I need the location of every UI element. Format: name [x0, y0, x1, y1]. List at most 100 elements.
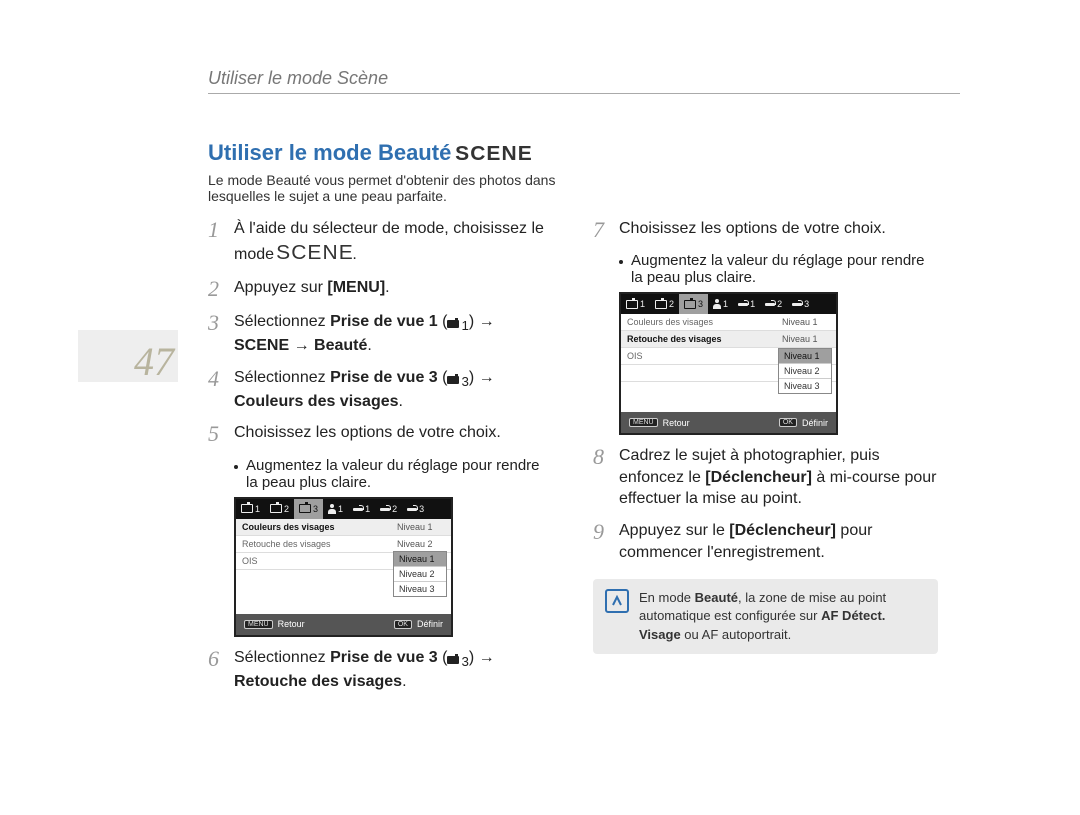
popup-option: Niveau 2 [779, 364, 831, 379]
step-body: Sélectionnez Prise de vue 1 (1) → SCENE … [234, 311, 553, 357]
bullet-dot-icon [234, 465, 238, 469]
step-8: 8 Cadrez le sujet à photographier, puis … [593, 445, 938, 510]
step-3: 3 Sélectionnez Prise de vue 1 (1) → SCEN… [208, 311, 553, 357]
camera-tab: 2 [760, 294, 787, 314]
step-body: Appuyez sur [MENU]. [234, 277, 390, 301]
camera-tab: 3 [402, 499, 429, 519]
step-number: 4 [208, 367, 224, 413]
camera-tab-selected: 3 [294, 499, 323, 519]
step-body: Choisissez les options de votre choix. [619, 218, 886, 242]
step-number: 7 [593, 218, 609, 242]
camera-menu-screenshot-a: 1 2 3 1 1 2 3 Couleurs des visagesNiveau… [234, 497, 453, 637]
camera-menu-screenshot-b: 1 2 3 1 1 2 3 Couleurs des visagesNiveau… [619, 292, 838, 435]
camera-tab: 1 [621, 294, 650, 314]
step-number: 8 [593, 445, 609, 510]
step-body: Appuyez sur le [Déclencheur] pour commen… [619, 520, 938, 563]
step-body: Sélectionnez Prise de vue 3 (3) → Couleu… [234, 367, 553, 413]
scene-mode-label: SCENE [456, 143, 534, 166]
camera-tab: 3 [787, 294, 814, 314]
camera-tab: 1 [733, 294, 760, 314]
step-9: 9 Appuyez sur le [Déclencheur] pour comm… [593, 520, 938, 563]
camera-tab: 1 [323, 499, 348, 519]
popup-option: Niveau 3 [394, 582, 446, 596]
step-number: 3 [208, 311, 224, 357]
step-5: 5 Choisissez les options de votre choix. [208, 422, 553, 446]
camera-icon [626, 300, 638, 309]
step-1: 1 À l'aide du sélecteur de mode, choisis… [208, 218, 553, 267]
shutter-key-label: [Déclencheur] [729, 522, 836, 539]
camera-tab: 1 [236, 499, 265, 519]
camera-icon [447, 369, 461, 391]
note-text: En mode Beauté, la zone de mise au point… [639, 589, 926, 644]
camera-footer: MENURetour OKDéfinir [621, 412, 836, 433]
camera-tab: 1 [348, 499, 375, 519]
wrench-icon [792, 299, 802, 309]
popup-option: Niveau 1 [394, 552, 446, 567]
step-number: 1 [208, 218, 224, 267]
bullet-dot-icon [619, 260, 623, 264]
popup-option: Niveau 2 [394, 567, 446, 582]
left-column: 1 À l'aide du sélecteur de mode, choisis… [208, 218, 553, 702]
camera-tab: 2 [650, 294, 679, 314]
camera-tab: 1 [708, 294, 733, 314]
camera-tab: 2 [265, 499, 294, 519]
camera-icon [241, 504, 253, 513]
camera-icon [270, 504, 282, 513]
camera-icon [684, 300, 696, 309]
camera-menu-body: Couleurs des visagesNiveau 1 Retouche de… [621, 314, 836, 412]
camera-menu-row: Retouche des visagesNiveau 1 [621, 331, 836, 348]
scene-mode-label: SCENE [277, 240, 355, 267]
note-box: En mode Beauté, la zone de mise au point… [593, 579, 938, 654]
menu-chip: MENU [629, 418, 658, 427]
step-number: 6 [208, 647, 224, 693]
section-title: Utiliser le mode Beauté SCENE [208, 140, 938, 166]
person-icon [713, 299, 721, 309]
section-description: Le mode Beauté vous permet d'obtenir des… [208, 172, 573, 204]
wrench-icon [738, 299, 748, 309]
step-number: 2 [208, 277, 224, 301]
step-6: 6 Sélectionnez Prise de vue 3 (3) → Reto… [208, 647, 553, 693]
ok-chip: OK [779, 418, 797, 427]
step-5-bullet: Augmentez la valeur du réglage pour rend… [234, 457, 553, 491]
camera-icon [299, 504, 311, 513]
menu-key-label: [MENU] [327, 279, 385, 296]
wrench-icon [765, 299, 775, 309]
camera-tab-row: 1 2 3 1 1 2 3 [236, 499, 451, 519]
camera-footer: MENURetour OKDéfinir [236, 614, 451, 635]
step-7-bullet: Augmentez la valeur du réglage pour rend… [619, 252, 938, 286]
page-header: Utiliser le mode Scène [208, 68, 960, 94]
step-4: 4 Sélectionnez Prise de vue 3 (3) → Coul… [208, 367, 553, 413]
camera-icon [655, 300, 667, 309]
popup-option: Niveau 3 [779, 379, 831, 393]
person-icon [328, 504, 336, 514]
popup-option: Niveau 1 [779, 349, 831, 364]
camera-icon [447, 313, 461, 335]
ok-chip: OK [394, 620, 412, 629]
right-column: 7 Choisissez les options de votre choix.… [593, 218, 938, 702]
camera-menu-row: Couleurs des visagesNiveau 1 [236, 519, 451, 536]
step-7: 7 Choisissez les options de votre choix. [593, 218, 938, 242]
camera-menu-row: Couleurs des visagesNiveau 1 [621, 314, 836, 331]
page-number: 47 [134, 338, 174, 385]
step-number: 9 [593, 520, 609, 563]
wrench-icon [380, 504, 390, 514]
page-content: Utiliser le mode Beauté SCENE Le mode Be… [208, 140, 938, 702]
camera-icon [447, 649, 461, 671]
step-2: 2 Appuyez sur [MENU]. [208, 277, 553, 301]
step-body: Choisissez les options de votre choix. [234, 422, 501, 446]
step-body: Sélectionnez Prise de vue 3 (3) → Retouc… [234, 647, 553, 693]
camera-tab-selected: 3 [679, 294, 708, 314]
camera-tab-row: 1 2 3 1 1 2 3 [621, 294, 836, 314]
menu-chip: MENU [244, 620, 273, 629]
step-body: Cadrez le sujet à photographier, puis en… [619, 445, 938, 510]
camera-menu-body: Couleurs des visagesNiveau 1 Retouche de… [236, 519, 451, 614]
wrench-icon [353, 504, 363, 514]
camera-tab: 2 [375, 499, 402, 519]
wrench-icon [407, 504, 417, 514]
header-title: Utiliser le mode Scène [208, 68, 388, 88]
shutter-key-label: [Déclencheur] [705, 469, 812, 486]
step-number: 5 [208, 422, 224, 446]
step-body: À l'aide du sélecteur de mode, choisisse… [234, 218, 553, 267]
section-title-text: Utiliser le mode Beauté [208, 140, 451, 165]
info-icon [605, 589, 629, 613]
